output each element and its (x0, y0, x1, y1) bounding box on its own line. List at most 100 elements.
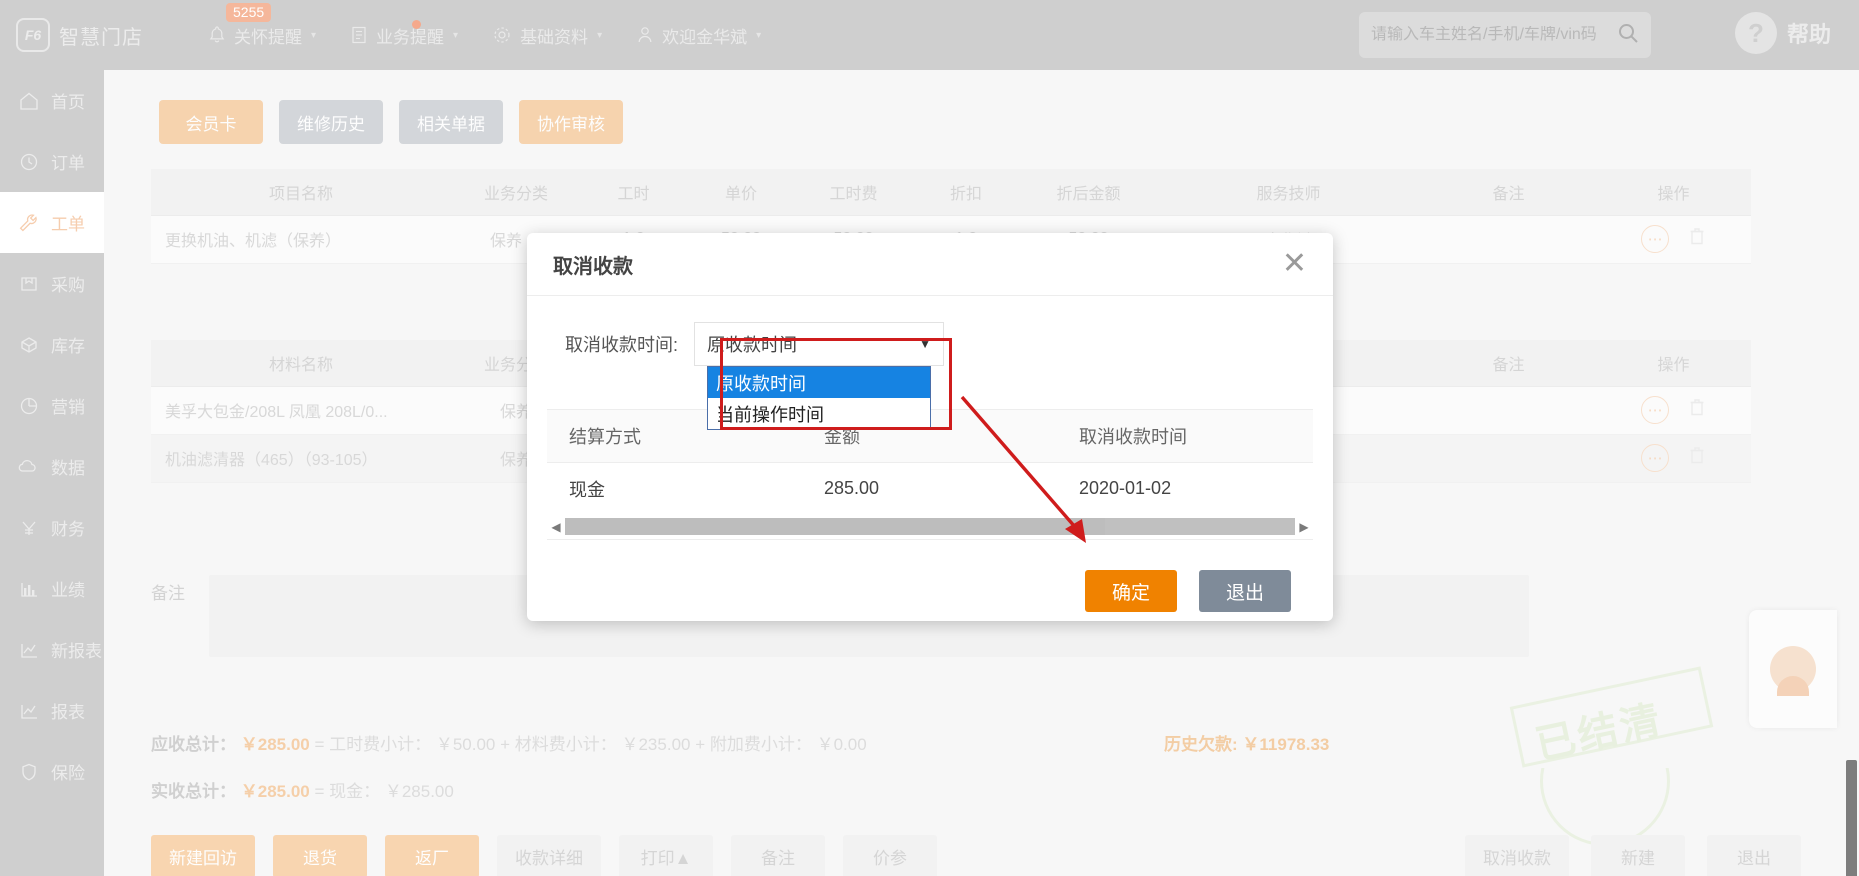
sidebar-item-marketing[interactable]: 营销 (0, 375, 104, 436)
tab-related-docs[interactable]: 相关单据 (399, 100, 503, 144)
menu-label-care-reminder: 关怀提醒 (234, 27, 302, 47)
exit-button[interactable]: 退出 (1707, 835, 1801, 876)
sidebar-item-home[interactable]: 首页 (0, 70, 104, 131)
brand-logo[interactable]: F6 智慧门店 (16, 18, 186, 52)
assistant-avatar[interactable] (1749, 610, 1837, 728)
chevron-down-icon: ▾ (311, 29, 317, 41)
cancel-time-dropdown-list: 原收款时间 当前操作时间 (707, 366, 932, 430)
cancel-time-select[interactable]: 原收款时间 ▼ (694, 322, 945, 366)
sidebar-label-workorder: 工单 (51, 215, 85, 234)
global-search[interactable] (1359, 12, 1651, 58)
sidebar-item-order[interactable]: 订单 (0, 131, 104, 192)
page-scrollbar[interactable] (1846, 760, 1857, 876)
cell-remark[interactable] (1421, 215, 1596, 264)
search-icon[interactable] (1617, 22, 1639, 49)
sidebar-label-inventory: 库存 (51, 337, 85, 356)
confirm-button[interactable]: 确定 (1085, 570, 1177, 612)
receivable-formula: = 工时费小计： ￥50.00 + 材料费小计： ￥235.00 + 附加费小计… (314, 735, 867, 754)
remark-label: 备注 (151, 584, 185, 603)
search-input[interactable] (1371, 26, 1617, 44)
new-button[interactable]: 新建 (1591, 835, 1685, 876)
col-operation: 操作 (1596, 169, 1751, 216)
scroll-left-icon[interactable]: ◀ (547, 520, 565, 534)
return-factory-button[interactable]: 返厂 (385, 835, 479, 876)
cell-settlement-method: 现金 (547, 462, 802, 515)
cell-material-name: 美孚大包金/208L 凤凰 208L/0... (151, 386, 451, 435)
cancel-time-field-row: 取消收款时间: 原收款时间 ▼ 原收款时间 当前操作时间 (527, 296, 1333, 430)
sidebar-item-inventory[interactable]: 库存 (0, 314, 104, 375)
scroll-thumb[interactable] (565, 518, 1106, 535)
sidebar-item-workorder[interactable]: 工单 (0, 192, 104, 253)
settled-stamp-watermark: 已结清 (1494, 666, 1724, 846)
cell-material-remark[interactable] (1421, 386, 1596, 435)
sidebar-item-purchase[interactable]: 采购 (0, 253, 104, 314)
logo-text-mark: F6 (24, 27, 42, 43)
tab-membership-card[interactable]: 会员卡 (159, 100, 263, 144)
bell-icon (208, 25, 226, 45)
col-after-discount: 折后金额 (1021, 169, 1156, 216)
wrench-icon (16, 211, 42, 235)
new-followup-button[interactable]: 新建回访 (151, 835, 255, 876)
sidebar-item-performance[interactable]: 业绩 (0, 558, 104, 619)
sidebar-label-insurance: 保险 (51, 764, 85, 783)
delete-icon[interactable] (1688, 228, 1706, 251)
chevron-down-icon: ▾ (453, 29, 459, 41)
bottom-action-bar-right: 取消收款 新建 退出 (1465, 835, 1801, 876)
chevron-down-icon: ▼ (919, 337, 932, 351)
chevron-down-icon: ▾ (756, 29, 762, 41)
sidebar-label-finance: 财务 (51, 520, 85, 539)
payment-details-button[interactable]: 收款详细 (497, 835, 601, 876)
dropdown-option-original-time[interactable]: 原收款时间 (708, 367, 931, 398)
shield-icon (16, 760, 42, 784)
menu-item-user[interactable]: 欢迎金华斌 ▾ (636, 23, 761, 48)
more-actions-icon[interactable]: ⋯ (1641, 225, 1670, 253)
remark-button[interactable]: 备注 (731, 835, 825, 876)
dialog-exit-button[interactable]: 退出 (1199, 570, 1291, 612)
stamp-arc (1540, 768, 1670, 846)
dialog-horizontal-scrollbar[interactable]: ◀ ▶ (547, 514, 1313, 540)
close-icon[interactable]: ✕ (1282, 249, 1307, 279)
tab-repair-history[interactable]: 维修历史 (279, 100, 383, 144)
col-remark: 备注 (1421, 169, 1596, 216)
menu-item-care-reminder[interactable]: 5255 关怀提醒 ▾ (208, 2, 317, 48)
price-reference-button[interactable]: 价参 (843, 835, 937, 876)
menu-item-business-reminder[interactable]: 业务提醒 ▾ (350, 19, 459, 48)
delete-icon[interactable] (1688, 399, 1706, 422)
cell-material-remark[interactable] (1421, 434, 1596, 483)
business-reminder-dot (412, 19, 422, 29)
return-goods-button[interactable]: 退货 (273, 835, 367, 876)
col-item-name: 项目名称 (151, 169, 451, 216)
sidebar-label-purchase: 采购 (51, 276, 85, 295)
receivable-label: 应收总计： (151, 735, 236, 754)
sidebar-item-insurance[interactable]: 保险 (0, 741, 104, 802)
line-chart-icon (16, 699, 42, 723)
cancel-payment-button[interactable]: 取消收款 (1465, 835, 1569, 876)
f6-logo-icon: F6 (16, 18, 50, 52)
sidebar-item-newreport[interactable]: 新报表 (0, 619, 104, 680)
sidebar-item-data[interactable]: 数据 (0, 436, 104, 497)
col-material-name: 材料名称 (151, 340, 451, 387)
sidebar-item-finance[interactable]: 财务 (0, 497, 104, 558)
menu-label-business-reminder: 业务提醒 (376, 27, 445, 47)
cart-icon (16, 272, 42, 296)
scroll-track[interactable] (565, 518, 1295, 535)
dropdown-option-current-time[interactable]: 当前操作时间 (708, 398, 930, 429)
history-debt: 历史欠款: ￥11978.33 (1164, 730, 1329, 755)
question-mark-icon: ? (1734, 12, 1777, 54)
print-button[interactable]: 打印▲ (619, 835, 713, 876)
cell-item-name: 更换机油、机滤（保养） (151, 215, 451, 264)
cell-material-operation: ⋯ (1596, 434, 1751, 483)
sidebar-label-performance: 业绩 (51, 581, 85, 600)
tab-collab-review[interactable]: 协作审核 (519, 100, 623, 144)
more-actions-icon[interactable]: ⋯ (1641, 396, 1670, 424)
received-label: 实收总计： (151, 782, 236, 801)
more-actions-icon[interactable]: ⋯ (1641, 444, 1670, 472)
pie-icon (16, 394, 42, 418)
menu-item-basic-data[interactable]: 基础资料 ▾ (492, 23, 602, 48)
delete-icon[interactable] (1688, 447, 1706, 470)
help-button[interactable]: ? 帮助 (1734, 12, 1831, 54)
sidebar-item-report[interactable]: 报表 (0, 680, 104, 741)
clock-icon (16, 150, 42, 174)
scroll-right-icon[interactable]: ▶ (1295, 520, 1313, 534)
table-header-row: 项目名称 业务分类 工时 单价 工时费 折扣 折后金额 服务技师 备注 操作 (151, 169, 1751, 216)
